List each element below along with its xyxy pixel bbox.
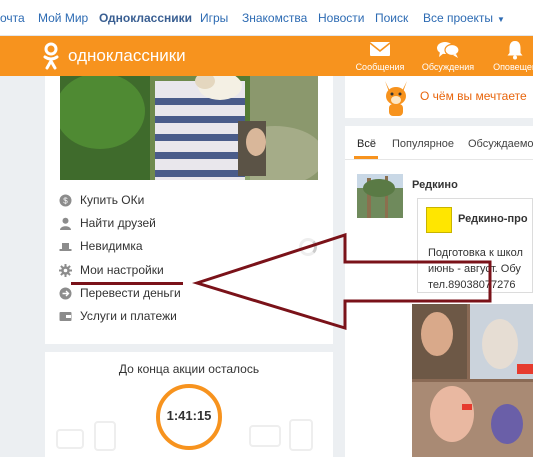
menu-services-payments[interactable]: Услуги и платежи: [59, 306, 177, 326]
portal-link-search[interactable]: Поиск: [375, 11, 408, 25]
svg-text:$: $: [63, 196, 68, 205]
group-logo: [426, 207, 452, 233]
menu-transfer-money[interactable]: Перевести деньги: [59, 283, 181, 303]
post-photo-image: [412, 304, 533, 457]
discussions-label: Обсуждения: [421, 62, 475, 72]
brand-name[interactable]: одноклассники: [68, 46, 186, 66]
profile-sidebar: $ Купить ОКи Найти друзей Невидимка Мои …: [45, 76, 333, 344]
post-photo-collage[interactable]: [412, 304, 533, 457]
repost-card[interactable]: Редкино-про Подготовка к школ июнь - авг…: [417, 198, 533, 293]
notifications-button[interactable]: Оповещен: [485, 36, 533, 76]
gear-icon: [59, 263, 72, 277]
tab-all[interactable]: Всё: [357, 138, 376, 150]
post-text-line: Подготовка к школ: [428, 247, 523, 259]
menu-invisible-label: Невидимка: [80, 239, 143, 253]
portal-link-games[interactable]: Игры: [200, 11, 228, 25]
news-feed: Всё Популярное Обсуждаемо Редкино Редкин…: [345, 126, 533, 457]
portal-link-news[interactable]: Новости: [318, 11, 364, 25]
post-author-avatar[interactable]: [357, 174, 403, 218]
menu-services-payments-label: Услуги и платежи: [80, 309, 177, 323]
profile-photo[interactable]: [60, 76, 318, 180]
wallet-icon: [59, 311, 72, 321]
envelope-icon: [369, 42, 391, 56]
post-text-line: тел.89038077276: [428, 279, 516, 291]
tab-popular[interactable]: Популярное: [392, 138, 454, 150]
messages-label: Сообщения: [355, 62, 405, 72]
menu-buy-ok-label: Купить ОКи: [80, 193, 145, 207]
repost-group-name[interactable]: Редкино-про: [458, 213, 528, 225]
promo-timer-ring: 1:41:15: [156, 384, 222, 450]
chevron-down-icon: ▼: [497, 15, 505, 24]
speech-bubbles-icon: [437, 42, 460, 58]
menu-my-settings[interactable]: Мои настройки: [59, 260, 164, 280]
bell-icon: [507, 41, 523, 60]
promo-timer-card: До конца акции осталось 1:41:15: [45, 352, 333, 457]
post-author-name[interactable]: Редкино: [412, 179, 458, 191]
all-projects-label: Все проекты: [423, 11, 494, 25]
hat-icon: [59, 242, 72, 251]
profile-photo-image: [60, 76, 318, 180]
portal-link-odnoklassniki[interactable]: Одноклассники: [99, 11, 192, 25]
messages-button[interactable]: Сообщения: [350, 36, 410, 76]
ok-logo-icon[interactable]: [42, 42, 60, 70]
tabs-divider: [345, 159, 533, 160]
avatar-image: [357, 174, 403, 218]
status-prompt-banner[interactable]: О чём вы мечтаете: [345, 76, 533, 118]
coins-icon: $: [59, 194, 72, 206]
discussions-button[interactable]: Обсуждения: [418, 36, 478, 76]
site-header: одноклассники Сообщения Обсуждения Опове…: [0, 36, 533, 76]
settings-highlight-underline: [71, 282, 183, 285]
fox-mascot-icon: [385, 81, 407, 116]
promo-timer-value: 1:41:15: [166, 408, 212, 423]
menu-invisible[interactable]: Невидимка: [59, 236, 143, 256]
portal-link-dating[interactable]: Знакомства: [242, 11, 307, 25]
portal-link-my-world[interactable]: Мой Мир: [38, 11, 88, 25]
portal-link-mail[interactable]: очта: [0, 11, 25, 25]
menu-find-friends-label: Найти друзей: [80, 216, 156, 230]
post-text-line: июнь - август. Обу: [428, 263, 521, 275]
person-icon: [60, 217, 71, 230]
money-transfer-icon: [59, 287, 72, 299]
all-projects-dropdown[interactable]: Все проекты ▼: [423, 11, 505, 25]
loading-spinner-icon: [299, 238, 317, 256]
menu-find-friends[interactable]: Найти друзей: [59, 213, 156, 233]
notifications-label: Оповещен: [493, 62, 533, 72]
tab-discussed[interactable]: Обсуждаемо: [468, 138, 533, 150]
top-portal-bar: очта Мой Мир Одноклассники Игры Знакомст…: [0, 0, 533, 36]
menu-transfer-money-label: Перевести деньги: [80, 286, 181, 300]
menu-my-settings-label: Мои настройки: [80, 263, 164, 277]
menu-buy-ok[interactable]: $ Купить ОКи: [59, 190, 144, 210]
status-prompt-text: О чём вы мечтаете: [420, 89, 527, 103]
